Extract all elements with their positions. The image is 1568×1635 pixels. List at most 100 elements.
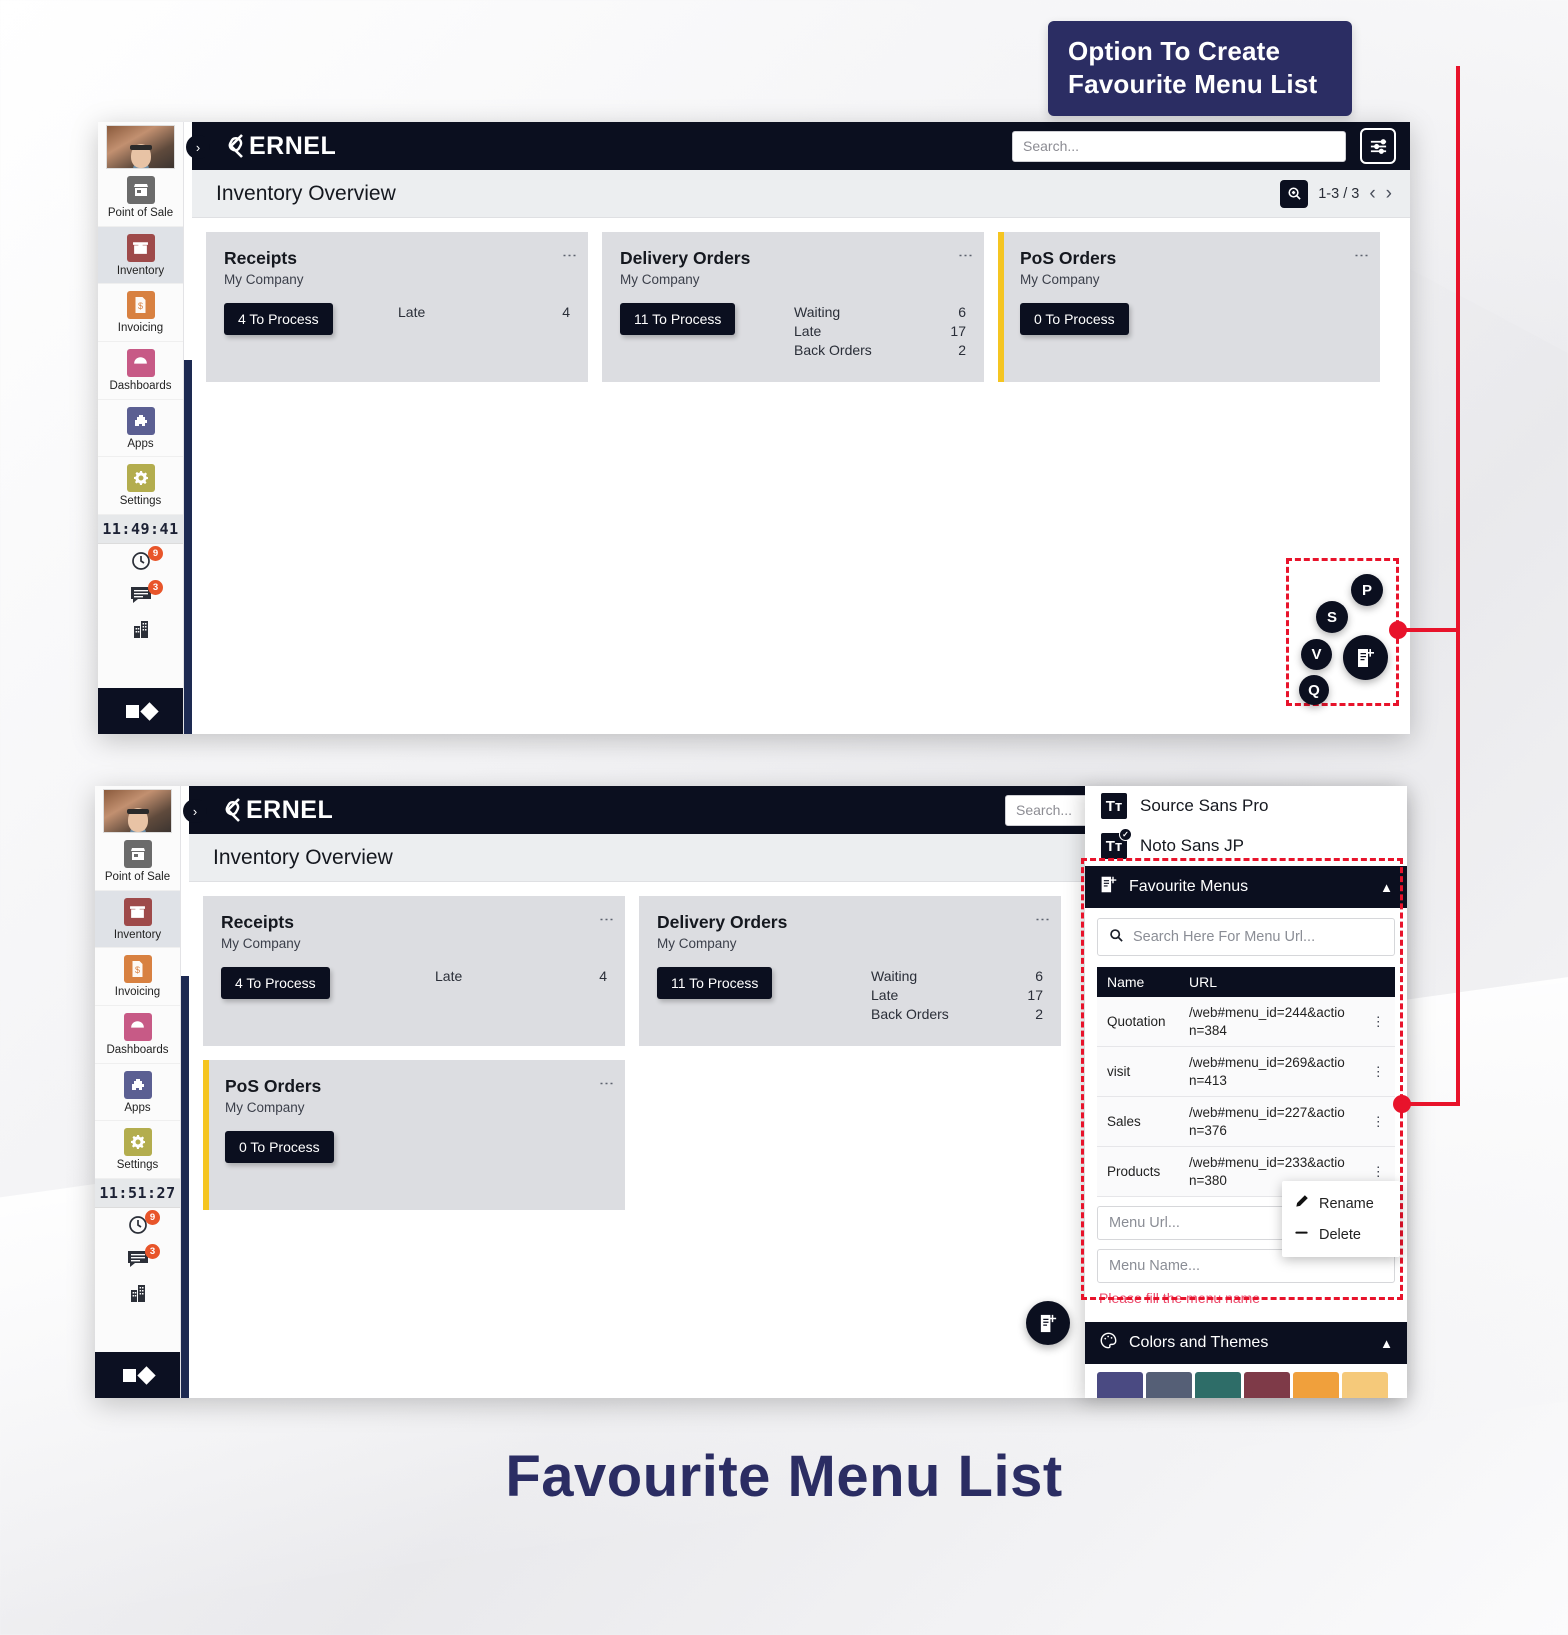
table-row[interactable]: visit /web#menu_id=269&action=413 ⋮ <box>1097 1046 1395 1098</box>
stat-value: 17 <box>950 322 966 339</box>
accent-rail <box>181 786 189 1398</box>
chevron-up-icon[interactable]: ▲ <box>1380 880 1393 895</box>
app-window-top: Point of Sale Inventory $ Invoicing Dash… <box>98 122 1410 734</box>
sidebar-item-apps[interactable]: Apps <box>95 1064 180 1122</box>
fab-letter: P <box>1361 581 1372 599</box>
sidebar-item-apps[interactable]: Apps <box>98 400 183 458</box>
kebab-icon[interactable]: ⋮ <box>1361 1046 1395 1098</box>
sidebar-item-invoicing[interactable]: $ Invoicing <box>98 284 183 342</box>
card-action-button[interactable]: 11 To Process <box>657 967 773 999</box>
swatch-6[interactable] <box>1342 1372 1388 1398</box>
kebab-icon[interactable]: ⋮ <box>1361 997 1395 1048</box>
brand-logo[interactable]: ERNEL <box>219 795 333 825</box>
fab-shortcut-p[interactable]: P <box>1351 574 1383 606</box>
font-option-source-sans-pro[interactable]: Tт Source Sans Pro <box>1085 786 1407 826</box>
validation-error: Please fill the menu name <box>1099 1290 1261 1307</box>
context-menu-item-delete[interactable]: Delete <box>1282 1219 1400 1250</box>
page-header-top: Inventory Overview 1-3 / 3 ‹ › <box>192 170 1410 218</box>
sidebar-item-dashboards[interactable]: Dashboards <box>95 1006 180 1064</box>
card-delivery-orders[interactable]: ⋮ Delivery Orders My Company 11 To Proce… <box>602 232 984 382</box>
chevron-left-icon[interactable]: ‹ <box>1369 184 1375 203</box>
stat-value: 4 <box>562 304 570 320</box>
tray-messages-icon[interactable]: 3 <box>95 1242 180 1276</box>
kebab-icon[interactable]: ⋮ <box>598 1076 615 1092</box>
gear-icon <box>123 1128 152 1157</box>
search-input[interactable]: Search... <box>1012 130 1346 162</box>
sidebar-item-point-of-sale[interactable]: Point of Sale <box>98 169 183 227</box>
stat-row: Back Orders 2 <box>794 341 966 360</box>
sliders-icon[interactable] <box>1360 128 1396 164</box>
sidebar-item-inventory[interactable]: Inventory <box>95 890 180 949</box>
fab-main-note-add-icon[interactable] <box>1343 635 1388 680</box>
swatch-3[interactable] <box>1195 1372 1241 1398</box>
font-option-noto-sans-jp[interactable]: Tт ✓ Noto Sans JP <box>1085 826 1407 866</box>
search-placeholder: Search... <box>1023 138 1080 154</box>
kebab-icon[interactable]: ⋮ <box>1361 1096 1395 1148</box>
swatch-1[interactable] <box>1097 1372 1143 1398</box>
chevron-up-icon[interactable]: ▲ <box>1380 1336 1393 1351</box>
menu-url-search-input[interactable]: Search Here For Menu Url... <box>1097 918 1395 956</box>
sidebar-item-invoicing[interactable]: $ Invoicing <box>95 948 180 1006</box>
sidebar-label: Dashboards <box>106 1043 169 1056</box>
tray-building-icon[interactable] <box>98 612 183 646</box>
kebab-icon[interactable]: ⋮ <box>957 248 974 264</box>
card-receipts[interactable]: ⋮ Receipts My Company 4 To Process Late … <box>206 232 588 382</box>
box-icon <box>126 233 155 262</box>
card-action-button[interactable]: 0 To Process <box>1020 303 1129 335</box>
tray-clock-icon[interactable]: 9 <box>95 1208 180 1242</box>
table-row[interactable]: Quotation /web#menu_id=244&action=384 ⋮ <box>1097 997 1395 1048</box>
card-pos-orders[interactable]: ⋮ PoS Orders My Company 0 To Process <box>998 232 1380 382</box>
table-row[interactable]: Sales /web#menu_id=227&action=376 ⋮ <box>1097 1096 1395 1148</box>
callout-line-2: Favourite Menu List <box>1068 68 1318 99</box>
section-header-favourite-menus[interactable]: Favourite Menus ▲ <box>1085 866 1407 908</box>
section-header-colors-and-themes[interactable]: Colors and Themes ▲ <box>1085 1322 1407 1365</box>
tray-building-icon[interactable] <box>95 1276 180 1310</box>
card-delivery-orders[interactable]: ⋮ Delivery Orders My Company 11 To Proce… <box>639 896 1061 1046</box>
card-title: Receipts <box>221 912 294 932</box>
card-action-button[interactable]: 11 To Process <box>620 303 736 335</box>
fab-shortcut-v[interactable]: V <box>1301 639 1332 670</box>
kebab-icon[interactable]: ⋮ <box>598 912 615 928</box>
zoom-in-icon[interactable] <box>1280 179 1309 208</box>
brand-logo[interactable]: ERNEL <box>222 131 336 161</box>
sidebar-item-settings[interactable]: Settings <box>95 1121 180 1179</box>
swatch-4[interactable] <box>1244 1372 1290 1398</box>
user-avatar[interactable] <box>106 125 175 169</box>
stat-value: 6 <box>1035 968 1043 984</box>
fab-note-add-icon[interactable] <box>1026 1301 1070 1345</box>
kebab-icon[interactable]: ⋮ <box>1353 248 1370 264</box>
fab-shortcut-q[interactable]: Q <box>1299 675 1329 705</box>
card-action-button[interactable]: 0 To Process <box>225 1131 334 1163</box>
chevron-right-icon[interactable]: › <box>1386 184 1392 203</box>
tray-messages-icon[interactable]: 3 <box>98 578 183 612</box>
context-menu-item-rename[interactable]: Rename <box>1282 1188 1400 1219</box>
sidebar-item-point-of-sale[interactable]: Point of Sale <box>95 833 180 891</box>
fab-shortcut-s[interactable]: S <box>1316 601 1348 633</box>
sidebar-item-dashboards[interactable]: Dashboards <box>98 342 183 400</box>
settings-drawer: Tт Source Sans Pro Tт ✓ Noto Sans JP Fav… <box>1085 786 1407 1398</box>
invoice-icon: $ <box>123 955 152 984</box>
swatch-5[interactable] <box>1293 1372 1339 1398</box>
apps-grid-button[interactable] <box>95 1352 180 1398</box>
svg-text:$: $ <box>135 965 140 975</box>
stat-label: Late <box>398 304 426 320</box>
swatch-2[interactable] <box>1146 1372 1192 1398</box>
card-action-button[interactable]: 4 To Process <box>221 967 330 999</box>
chevron-right-icon[interactable]: › <box>183 799 207 823</box>
user-avatar[interactable] <box>103 789 172 833</box>
tray-clock-icon[interactable]: 9 <box>98 544 183 578</box>
kernel-logo-icon <box>219 795 249 825</box>
kebab-icon[interactable]: ⋮ <box>561 248 578 264</box>
search-placeholder: Search Here For Menu Url... <box>1133 929 1316 945</box>
apps-grid-button[interactable] <box>98 688 183 734</box>
sidebar-item-inventory[interactable]: Inventory <box>98 226 183 285</box>
font-icon: Tт <box>1101 793 1127 819</box>
stat-label: Late <box>435 968 463 984</box>
card-receipts[interactable]: ⋮ Receipts My Company 4 To Process Late … <box>203 896 625 1046</box>
sidebar-item-settings[interactable]: Settings <box>98 457 183 515</box>
card-title: Delivery Orders <box>620 248 751 268</box>
chevron-right-icon[interactable]: › <box>186 135 210 159</box>
kebab-icon[interactable]: ⋮ <box>1034 912 1051 928</box>
card-action-button[interactable]: 4 To Process <box>224 303 333 335</box>
card-pos-orders[interactable]: ⋮ PoS Orders My Company 0 To Process <box>203 1060 625 1210</box>
